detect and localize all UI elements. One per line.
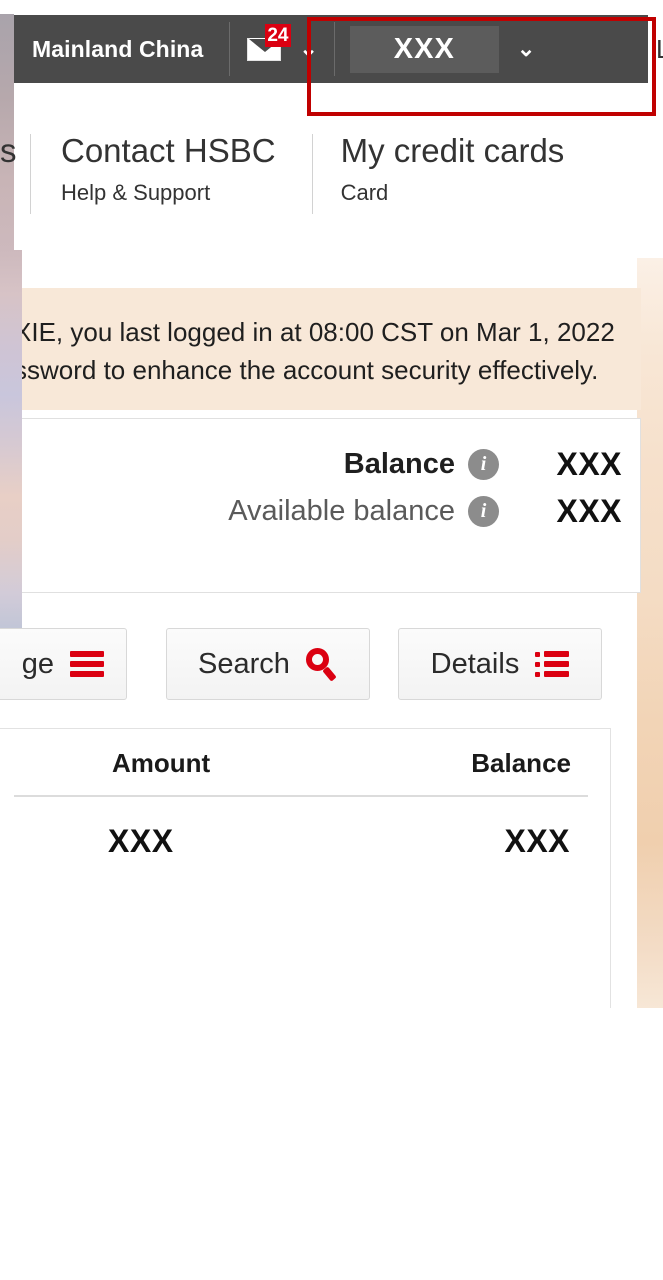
balance-value: XXX xyxy=(556,446,622,482)
nav-item-my-credit-cards-subtitle: Card xyxy=(340,179,389,205)
magnifier-icon xyxy=(305,648,338,682)
welcome-last-login-text: XIE, you last logged in at 08:00 CST on … xyxy=(22,317,615,347)
region-label: Mainland China xyxy=(32,35,204,62)
welcome-password-advice-text: ssword to enhance the account security e… xyxy=(22,354,599,385)
region-selector[interactable]: Mainland China xyxy=(14,15,229,83)
cell-balance: XXX xyxy=(504,822,570,859)
details-button-label: Details xyxy=(430,647,520,680)
nav-item-my-credit-cards-title: My credit cards xyxy=(340,132,565,169)
column-header-balance: Balance xyxy=(471,747,571,778)
account-summary-card: Balance i XXX Available balance i XXX xyxy=(22,418,641,593)
nav-item-clipped-title: s xyxy=(0,132,17,169)
screenshot-root: Mainland China 24 ⌄ XXX ⌄ L xyxy=(0,0,663,1280)
available-balance-label: Available balance xyxy=(228,495,455,527)
table-header-row: Amount Balance xyxy=(0,729,610,797)
info-icon-available-balance[interactable]: i xyxy=(468,496,499,527)
table-row[interactable]: XXX XXX xyxy=(0,797,610,885)
unread-messages-badge: 24 xyxy=(265,24,291,47)
background-art-left-strip xyxy=(0,250,22,690)
search-button-label: Search xyxy=(198,647,290,680)
nav-divider-1 xyxy=(30,134,31,214)
page-viewport: Mainland China 24 ⌄ XXX ⌄ L xyxy=(0,0,663,1010)
list-detail-icon xyxy=(535,651,570,677)
available-balance-value: XXX xyxy=(556,493,622,529)
main-navigation: s Contact HSBC Help & Support My credit … xyxy=(0,118,663,228)
column-header-amount: Amount xyxy=(112,747,211,778)
top-utility-bar: Mainland China 24 ⌄ XXX ⌄ xyxy=(14,15,648,83)
envelope-icon[interactable]: 24 xyxy=(247,24,291,62)
nav-item-my-credit-cards[interactable]: My credit cards Card xyxy=(341,118,565,212)
balance-label: Balance xyxy=(343,448,455,480)
account-selector-value-box[interactable]: XXX xyxy=(349,25,499,73)
manage-button-label: ge xyxy=(21,647,54,680)
welcome-notice-banner: XIE, you last logged in at 08:00 CST on … xyxy=(22,288,641,410)
action-button-row: ge Search Details xyxy=(0,628,641,700)
balance-rows: Balance i XXX Available balance i XXX xyxy=(228,446,622,530)
account-selector[interactable]: XXX ⌄ xyxy=(333,15,549,83)
nav-item-contact-hsbc-subtitle: Help & Support xyxy=(61,179,211,205)
messages-menu[interactable]: 24 ⌄ xyxy=(229,15,333,83)
hamburger-menu-icon xyxy=(70,651,104,677)
search-button[interactable]: Search xyxy=(166,628,370,700)
balance-row: Balance i XXX xyxy=(228,446,622,483)
nav-item-contact-hsbc[interactable]: Contact HSBC Help & Support xyxy=(61,118,276,212)
logoff-label: L xyxy=(656,34,663,65)
nav-divider-2 xyxy=(311,134,313,214)
transactions-table: Amount Balance XXX XXX xyxy=(0,728,611,1008)
cell-amount: XXX xyxy=(108,822,174,859)
info-icon-balance[interactable]: i xyxy=(468,449,499,480)
chevron-down-icon-account[interactable]: ⌄ xyxy=(517,38,535,60)
manage-button[interactable]: ge xyxy=(0,628,127,700)
chevron-down-icon-messages[interactable]: ⌄ xyxy=(299,38,317,60)
nav-item-contact-hsbc-title: Contact HSBC xyxy=(61,132,276,169)
account-selector-value: XXX xyxy=(393,32,455,65)
nav-item-clipped[interactable]: s xyxy=(0,118,30,212)
logoff-link[interactable]: L xyxy=(648,15,663,83)
details-button[interactable]: Details xyxy=(398,628,602,700)
available-balance-row: Available balance i XXX xyxy=(228,493,622,530)
